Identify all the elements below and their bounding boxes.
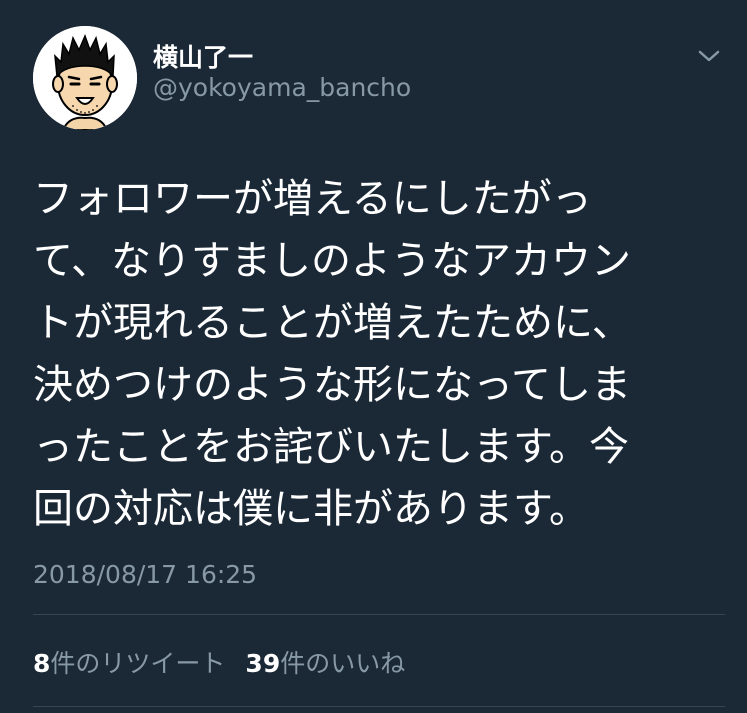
retweet-count-link[interactable]: 8件のリツイート [33,644,225,680]
tweet-timestamp[interactable]: 2018/08/17 16:25 [33,560,257,589]
retweet-label: 件のリツイート [50,649,226,678]
tweet-text-line: 決めつけのような形になってしま [33,362,631,408]
tweet-text-line: フォロワーが増えるにしたがっ [33,176,592,222]
user-handle[interactable]: @yokoyama_bancho [153,73,411,102]
retweet-count: 8 [33,649,51,678]
like-label: 件のいいね [280,649,406,678]
tweet-card: 横山了一 @yokoyama_bancho フォロワーが増えるにしたがっ て、な… [0,0,747,713]
tweet-menu-button[interactable] [693,44,725,68]
divider [33,706,725,707]
display-name[interactable]: 横山了一 [153,38,253,74]
avatar-face-icon [33,26,137,130]
like-count: 39 [245,649,281,678]
tweet-text: フォロワーが増えるにしたがっ て、なりすましのようなアカウン トが現れることが増… [33,168,723,540]
tweet-text-line: トが現れることが増えたために、 [33,300,632,346]
like-count-link[interactable]: 39件のいいね [245,644,405,680]
avatar[interactable] [33,26,137,130]
tweet-text-line: ったことをお詫びいたします。今 [33,424,629,470]
chevron-down-icon [698,50,720,62]
divider [33,614,725,615]
tweet-text-line: 回の対応は僕に非があります。 [33,486,589,532]
engagement-stats: 8件のリツイート 39件のいいね [33,644,405,680]
tweet-text-line: て、なりすましのようなアカウン [33,238,631,284]
